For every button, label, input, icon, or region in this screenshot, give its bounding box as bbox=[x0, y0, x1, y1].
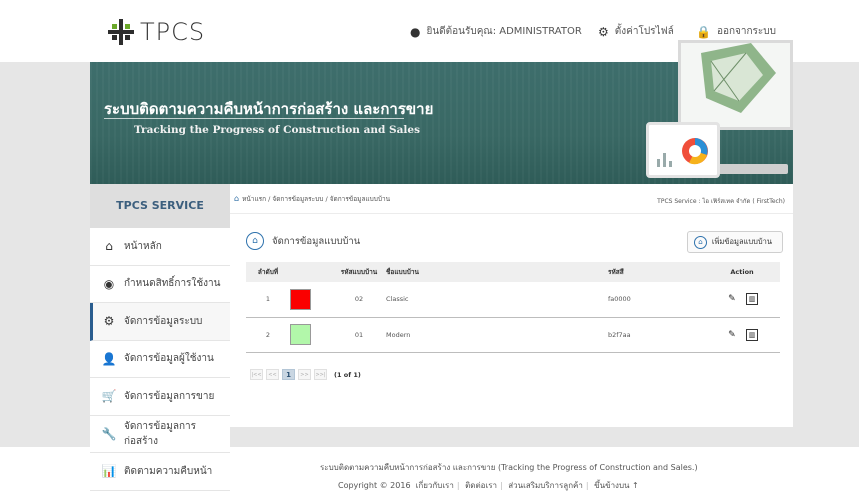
sidebar-item-permissions[interactable]: ◉ กำหนดสิทธิ์การใช้งาน bbox=[90, 265, 230, 303]
col-color-code[interactable]: รหัสสี bbox=[608, 262, 704, 282]
profile-settings-label: ตั้งค่าโปรไฟล์ bbox=[614, 26, 674, 37]
sidebar-item-label: จัดการข้อมูลระบบ bbox=[124, 315, 203, 327]
home-icon[interactable]: ⌂ bbox=[234, 194, 239, 203]
brand-name: TPCS bbox=[140, 18, 206, 46]
user-icon: 👤 bbox=[101, 351, 117, 366]
sidebar-item-label: จัดการข้อมูลผู้ใช้งาน bbox=[124, 353, 214, 365]
row-color-code: fa0000 bbox=[608, 295, 631, 304]
user-icon: ● bbox=[410, 24, 421, 39]
copyright: Copyright © 2016 bbox=[338, 481, 411, 490]
row-color-code: b2f7aa bbox=[608, 330, 631, 339]
table-row: 1 02 Classic fa0000 ✎ ▥ bbox=[246, 282, 780, 317]
col-no[interactable]: ลำดับที่ bbox=[246, 262, 290, 282]
cogs-icon: ⚙ bbox=[103, 314, 115, 329]
sidebar-item-label: จัดการข้อมูลการก่อสร้าง bbox=[124, 420, 196, 447]
page-1-button[interactable]: 1 bbox=[282, 369, 295, 380]
add-house-model-button[interactable]: ⌂ เพิ่มข้อมูลแบบบ้าน bbox=[686, 231, 783, 253]
sidebar-item-label: ติดตามความคืบหน้า bbox=[124, 465, 213, 477]
sidebar-item-label: จัดการข้อมูลการขาย bbox=[124, 390, 215, 402]
table-row: 2 01 Modern b2f7aa ✎ ▥ bbox=[246, 317, 780, 352]
color-swatch bbox=[290, 288, 311, 310]
row-name: Modern bbox=[386, 330, 411, 339]
footer-link-contact[interactable]: ติดต่อเรา bbox=[465, 481, 497, 490]
welcome-user: ● ยินดีต้อนรับคุณ: ADMINISTRATOR bbox=[410, 24, 582, 39]
next-page-button[interactable]: >> bbox=[298, 369, 311, 380]
breadcrumb-home[interactable]: หน้าแรก bbox=[242, 194, 266, 204]
sidebar-item-sales[interactable]: 🛒 จัดการข้อมูลการขาย bbox=[90, 378, 230, 416]
chart-icon bbox=[657, 138, 708, 167]
footer-link-back-to-top[interactable]: ขึ้นข้างบน ↑ bbox=[594, 481, 639, 490]
welcome-text: ยินดีต้อนรับคุณ: ADMINISTRATOR bbox=[426, 26, 582, 37]
logout-link[interactable]: 🔒 ออกจากระบบ bbox=[696, 24, 776, 39]
last-page-button[interactable]: >>| bbox=[314, 369, 327, 380]
row-no: 2 bbox=[265, 330, 271, 339]
footer-link-services[interactable]: ส่วนเสริมบริการลูกค้า bbox=[508, 481, 583, 490]
company-info: TPCS Service : ไอ เฟิร์สเทค จำกัด ( Firs… bbox=[657, 198, 785, 205]
gear-icon: ⚙ bbox=[598, 24, 609, 39]
sidebar-item-label: หน้าหลัก bbox=[124, 240, 162, 252]
edit-pencil-icon[interactable]: ✎ bbox=[726, 293, 738, 305]
profile-settings-link[interactable]: ⚙ ตั้งค่าโปรไฟล์ bbox=[598, 24, 674, 39]
footer-link-about[interactable]: เกี่ยวกับเรา bbox=[416, 481, 454, 490]
house-model-table: ลำดับที่ รหัสแบบบ้าน ชื่อแบบบ้าน รหัสสี … bbox=[246, 262, 780, 353]
sidebar-item-construction[interactable]: 🔧 จัดการข้อมูลการก่อสร้าง bbox=[90, 415, 230, 453]
prev-page-button[interactable]: << bbox=[266, 369, 279, 380]
sidebar-item-users[interactable]: 👤 จัดการข้อมูลผู้ใช้งาน bbox=[90, 340, 230, 378]
edit-pencil-icon[interactable]: ✎ bbox=[726, 329, 738, 341]
breadcrumb: ⌂ หน้าแรก / จัดการข้อมูลระบบ / จัดการข้อ… bbox=[230, 184, 793, 214]
row-code: 02 bbox=[354, 295, 364, 304]
footer-links: Copyright © 2016 เกี่ยวกับเรา | ติดต่อเรา… bbox=[338, 481, 639, 490]
sidebar-header: TPCS SERVICE bbox=[90, 184, 230, 228]
page-info: (1 of 1) bbox=[334, 370, 361, 379]
building-render-image bbox=[701, 43, 776, 113]
page-title-text: จัดการข้อมูลแบบบ้าน bbox=[272, 235, 361, 247]
footer-tagline: ระบบติดตามความคืบหน้าการก่อสร้าง และการข… bbox=[320, 463, 698, 472]
pagination: |<< << 1 >> >>| (1 of 1) bbox=[250, 369, 361, 380]
logo-mark-icon bbox=[108, 19, 134, 45]
color-swatch bbox=[290, 324, 311, 345]
col-action: Action bbox=[730, 268, 754, 276]
tablet-chart-illustration bbox=[646, 122, 720, 178]
table-header-row: ลำดับที่ รหัสแบบบ้าน ชื่อแบบบ้าน รหัสสี … bbox=[246, 262, 780, 282]
chart-icon: 📊 bbox=[101, 464, 117, 479]
sidebar-item-label: กำหนดสิทธิ์การใช้งาน bbox=[124, 278, 221, 290]
sidebar-item-home[interactable]: ⌂ หน้าหลัก bbox=[90, 228, 230, 266]
banner-subtitle: Tracking the Progress of Construction an… bbox=[134, 124, 420, 136]
delete-trash-icon[interactable]: ▥ bbox=[746, 328, 759, 341]
home-icon: ⌂ bbox=[693, 235, 707, 249]
wrench-icon: 🔧 bbox=[101, 426, 117, 441]
home-icon: ⌂ bbox=[246, 232, 264, 250]
sidebar: TPCS SERVICE ⌂ หน้าหลัก ◉ กำหนดสิทธิ์การ… bbox=[90, 184, 230, 491]
sidebar-item-system-data[interactable]: ⚙ จัดการข้อมูลระบบ bbox=[90, 303, 230, 341]
page-wrapper: TPCS ● ยินดีต้อนรับคุณ: ADMINISTRATOR ⚙ … bbox=[90, 0, 793, 491]
page-title: ⌂ จัดการข้อมูลแบบบ้าน bbox=[246, 232, 360, 250]
first-page-button[interactable]: |<< bbox=[250, 369, 263, 380]
home-icon: ⌂ bbox=[105, 239, 113, 254]
lock-icon: 🔒 bbox=[696, 24, 711, 39]
sidebar-item-progress[interactable]: 📊 ติดตามความคืบหน้า bbox=[90, 453, 230, 491]
row-name: Classic bbox=[386, 295, 409, 304]
breadcrumb-current: จัดการข้อมูลแบบบ้าน bbox=[329, 194, 391, 203]
add-button-label: เพิ่มข้อมูลแบบบ้าน bbox=[711, 237, 772, 246]
delete-trash-icon[interactable]: ▥ bbox=[746, 293, 759, 306]
eye-icon: ◉ bbox=[103, 276, 115, 291]
brand-logo[interactable]: TPCS bbox=[108, 18, 205, 46]
cart-icon: 🛒 bbox=[101, 389, 117, 404]
col-code[interactable]: รหัสแบบบ้าน bbox=[340, 262, 378, 282]
col-name[interactable]: ชื่อแบบบ้าน bbox=[378, 262, 608, 282]
banner-divider bbox=[104, 118, 404, 119]
main-content: ⌂ หน้าแรก / จัดการข้อมูลระบบ / จัดการข้อ… bbox=[230, 184, 793, 427]
breadcrumb-system[interactable]: จัดการข้อมูลระบบ bbox=[272, 194, 323, 204]
row-code: 01 bbox=[354, 330, 364, 339]
logout-label: ออกจากระบบ bbox=[716, 26, 776, 37]
row-no: 1 bbox=[265, 295, 271, 304]
